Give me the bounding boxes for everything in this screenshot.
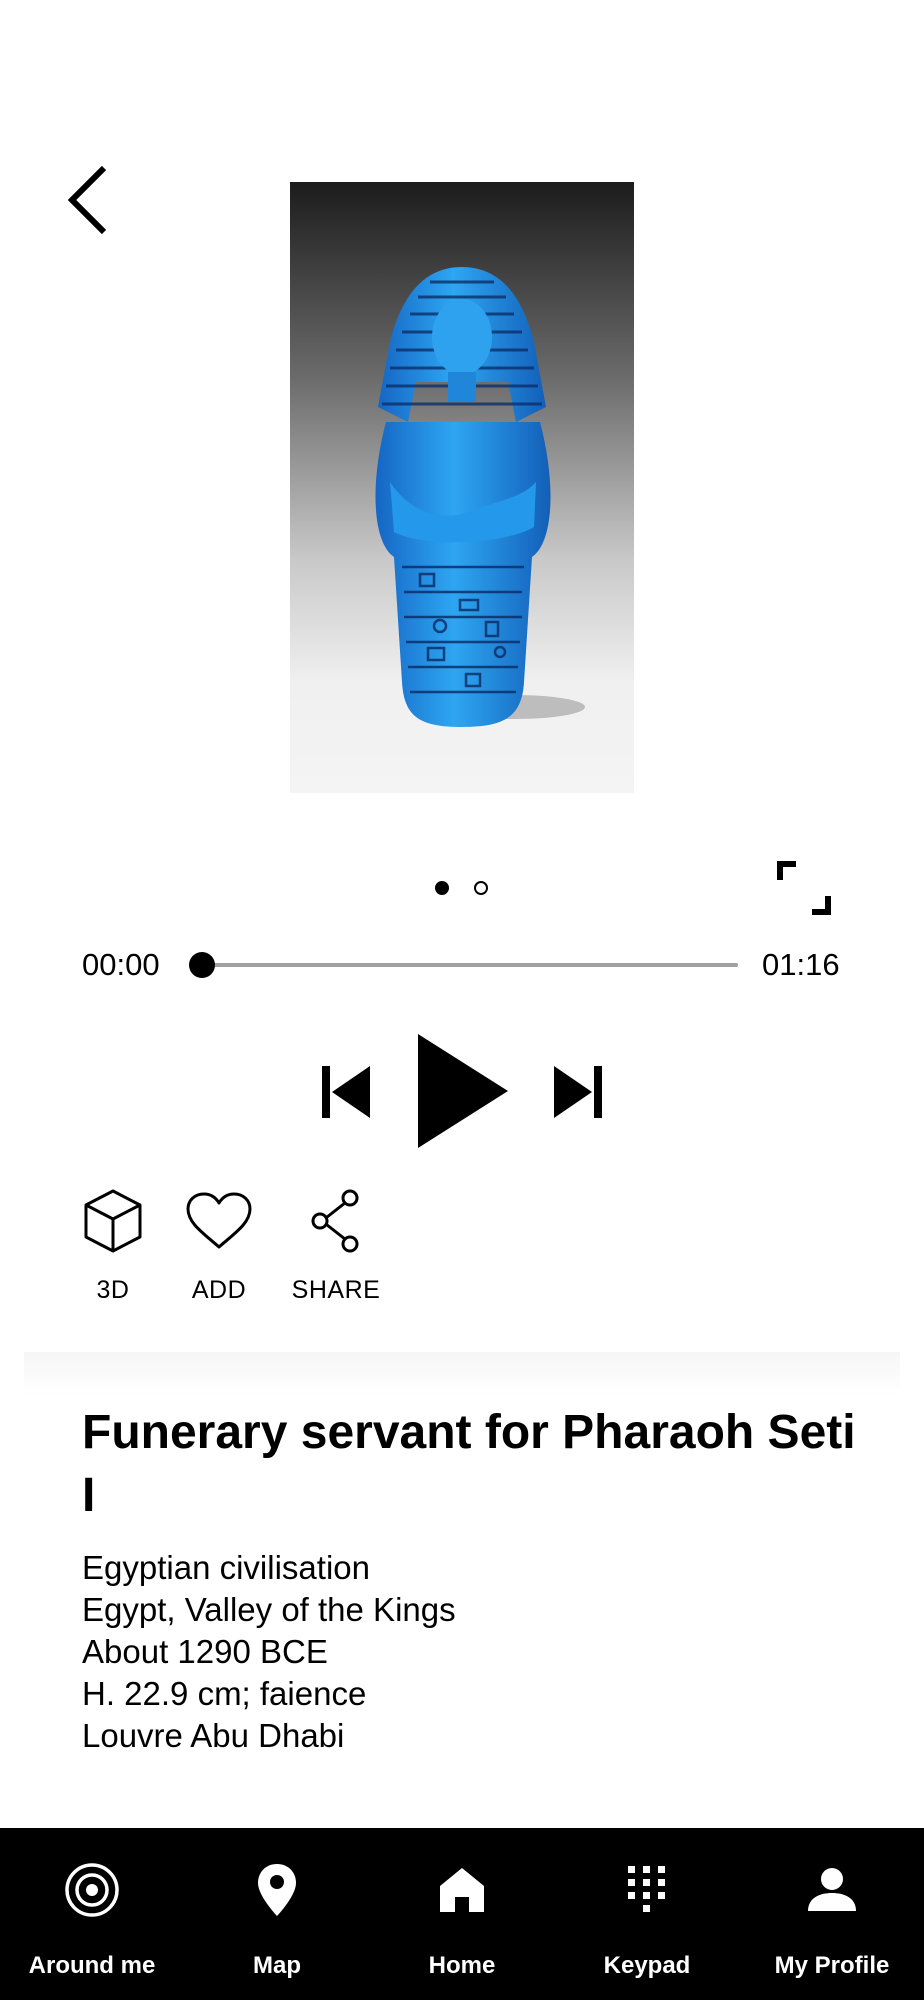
artwork-image[interactable] [290,182,634,793]
nav-item-home[interactable]: Home [370,1828,554,2000]
artwork-dimensions: H. 22.9 cm; faience [82,1675,367,1712]
previous-button[interactable] [320,1064,372,1120]
target-icon [65,1863,119,1917]
profile-icon [808,1868,856,1911]
expand-corners-icon [777,861,831,915]
nav-label-keypad: Keypad [603,1952,691,1979]
nav-label-my-profile: My Profile [774,1952,890,1979]
skip-previous-icon [322,1066,370,1118]
chevron-left-icon [67,165,107,235]
nav-label-map: Map [253,1952,301,1979]
play-icon [418,1034,508,1148]
map-pin-icon [258,1864,296,1916]
total-time: 01:16 [762,947,840,982]
home-icon [440,1868,484,1912]
current-time: 00:00 [82,947,160,982]
play-button[interactable] [414,1032,510,1150]
share-label: SHARE [291,1276,381,1304]
audio-progress-track[interactable] [202,963,738,967]
add-favorite-label: ADD [191,1276,247,1304]
share-button[interactable]: SHARE [284,1186,388,1305]
pager-dot[interactable] [474,881,488,895]
next-button[interactable] [552,1064,604,1120]
artwork-date: About 1290 BCE [82,1633,328,1670]
artwork-title: Funerary servant for Pharaoh Seti I [82,1406,856,1522]
add-favorite-button[interactable]: ADD [174,1186,264,1305]
nav-item-my-profile[interactable]: My Profile [740,1828,924,2000]
artwork-civilisation: Egyptian civilisation [82,1549,370,1586]
fullscreen-button[interactable] [776,860,832,916]
artwork-details: Egyptian civilisation Egypt, Valley of t… [82,1547,862,1757]
pager-dot-active[interactable] [435,881,449,895]
skip-next-icon [554,1066,602,1118]
view-3d-label: 3D [96,1276,130,1304]
artwork-location: Egypt, Valley of the Kings [82,1591,456,1628]
section-divider [24,1352,900,1396]
audio-progress-handle[interactable] [189,952,215,978]
keypad-icon [628,1866,665,1912]
nav-item-keypad[interactable]: Keypad [555,1828,739,2000]
bottom-navigation: Around me Map Home Keypad My Profile [0,1828,924,2000]
view-3d-button[interactable]: 3D [72,1186,154,1305]
nav-item-around-me[interactable]: Around me [0,1828,184,2000]
nav-label-around-me: Around me [28,1952,156,1979]
statuette-illustration [375,267,585,727]
share-icon [311,1189,359,1253]
back-button[interactable] [60,160,120,240]
nav-label-home: Home [428,1952,496,1979]
nav-item-map[interactable]: Map [185,1828,369,2000]
artwork-collection: Louvre Abu Dhabi [82,1717,345,1754]
heart-icon [186,1192,252,1249]
cube-icon [84,1189,142,1253]
